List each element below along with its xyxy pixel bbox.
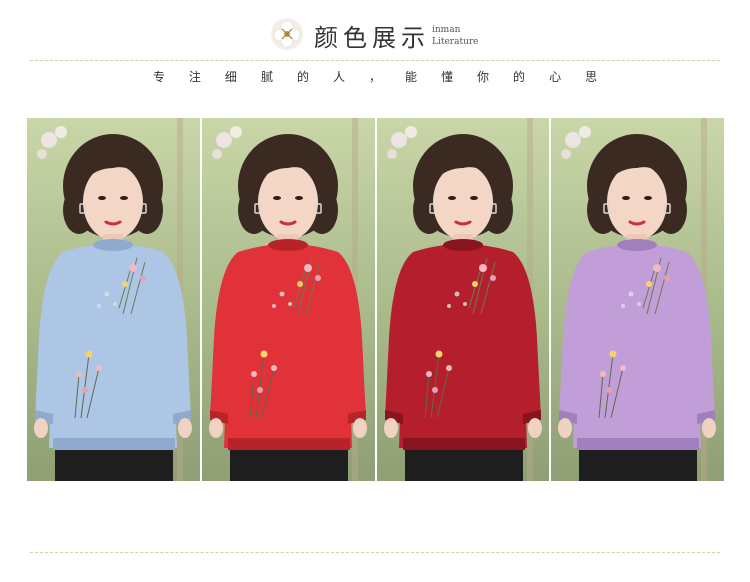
slogan-char: 的 <box>296 70 309 84</box>
slogan-char: 你 <box>477 70 490 84</box>
sweater-burgundy-image <box>376 118 550 481</box>
slogan-char: 能 <box>405 70 418 84</box>
slogan-char: ， <box>368 70 381 84</box>
slogan-char: 懂 <box>441 70 454 84</box>
slogan-char: 细 <box>224 70 237 84</box>
slogan-char: 腻 <box>260 70 273 84</box>
slogan-char: 注 <box>188 70 201 84</box>
sweater-light-blue-image <box>27 118 200 481</box>
sweater-red-image <box>201 118 375 481</box>
page-title: 颜色展示 <box>314 24 430 52</box>
slogan: 专 注 细 腻 的 人 ， 能 懂 你 的 心 思 <box>0 68 750 85</box>
sweater-light-blue-photo <box>27 118 200 481</box>
sweater-red-photo <box>201 118 375 481</box>
slogan-char: 的 <box>513 70 526 84</box>
sweater-burgundy-photo <box>376 118 550 481</box>
header: 颜色展示 inman Literature <box>0 0 750 60</box>
slogan-char: 思 <box>585 70 598 84</box>
sweater-lavender-image <box>551 118 724 481</box>
slogan-char: 专 <box>152 70 165 84</box>
slogan-char: 心 <box>549 70 562 84</box>
sweater-lavender-photo <box>551 118 724 481</box>
english-subtitle: inman Literature <box>432 24 479 48</box>
slogan-char: 人 <box>332 70 345 84</box>
english-subtitle-line2: Literature <box>432 37 479 47</box>
bottom-divider <box>30 552 720 553</box>
cotton-flower-logo-icon <box>271 18 303 50</box>
english-subtitle-line1: inman <box>432 25 461 35</box>
color-panels <box>27 118 724 481</box>
top-divider <box>30 60 720 61</box>
